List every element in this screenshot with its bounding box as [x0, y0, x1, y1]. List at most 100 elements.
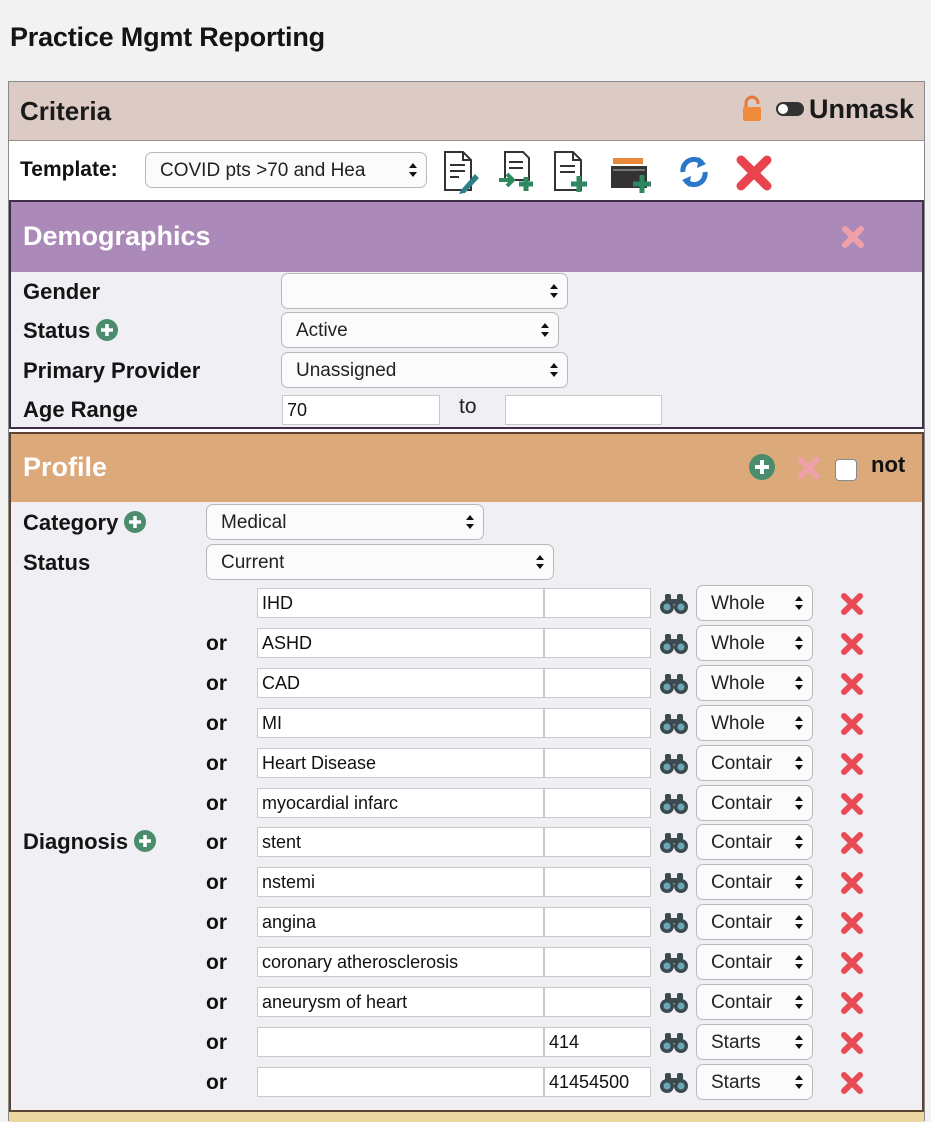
lookup-binoculars-icon[interactable] [659, 952, 689, 974]
diagnosis-code-input[interactable] [544, 1067, 651, 1097]
match-type-select[interactable]: Whole [696, 665, 813, 701]
remove-diagnosis-icon[interactable] [840, 792, 864, 816]
match-type-select[interactable]: Contair [696, 944, 813, 980]
lookup-binoculars-icon[interactable] [659, 872, 689, 894]
lookup-binoculars-icon[interactable] [659, 1032, 689, 1054]
diagnosis-code-input[interactable] [544, 907, 651, 937]
unmask-label[interactable]: Unmask [809, 94, 914, 125]
remove-diagnosis-icon[interactable] [840, 672, 864, 696]
match-type-select[interactable]: Contair [696, 785, 813, 821]
diagnosis-term-input[interactable] [257, 788, 544, 818]
new-template-icon[interactable] [551, 150, 589, 194]
category-select[interactable]: Medical [206, 504, 484, 540]
select-arrows-icon [550, 363, 558, 377]
remove-diagnosis-icon[interactable] [840, 1031, 864, 1055]
diagnosis-code-input[interactable] [544, 708, 651, 738]
category-label: Category [23, 510, 147, 536]
remove-diagnosis-icon[interactable] [840, 911, 864, 935]
diagnosis-term-input[interactable] [257, 708, 544, 738]
diagnosis-code-input[interactable] [544, 748, 651, 778]
diagnosis-term-input[interactable] [257, 907, 544, 937]
remove-diagnosis-icon[interactable] [840, 632, 864, 656]
delete-template-icon[interactable] [735, 150, 773, 194]
diagnosis-term-input[interactable] [257, 588, 544, 618]
template-select[interactable]: COVID pts >70 and Hea [145, 152, 427, 188]
import-template-icon[interactable] [497, 150, 535, 194]
unmask-control[interactable]: Unmask [741, 94, 914, 124]
match-type-value: Whole [711, 713, 765, 734]
match-type-select[interactable]: Contair [696, 984, 813, 1020]
remove-diagnosis-icon[interactable] [840, 831, 864, 855]
remove-diagnosis-icon[interactable] [840, 951, 864, 975]
age-from-input[interactable] [282, 395, 440, 425]
toggle-icon[interactable] [775, 101, 805, 117]
profile-status-label: Status [23, 550, 91, 575]
match-type-select[interactable]: Contair [696, 864, 813, 900]
or-label: or [206, 752, 227, 775]
diagnosis-term-input[interactable] [257, 628, 544, 658]
diagnosis-code-input[interactable] [544, 1027, 651, 1057]
lookup-binoculars-icon[interactable] [659, 912, 689, 934]
match-type-select[interactable]: Contair [696, 745, 813, 781]
add-status-icon[interactable] [96, 319, 119, 341]
match-type-select[interactable]: Whole [696, 625, 813, 661]
age-to-input[interactable] [505, 395, 662, 425]
remove-diagnosis-icon[interactable] [840, 712, 864, 736]
diagnosis-code-input[interactable] [544, 867, 651, 897]
primary-provider-select[interactable]: Unassigned [281, 352, 568, 388]
profile-status-select[interactable]: Current [206, 544, 554, 580]
diagnosis-term-input[interactable] [257, 1067, 544, 1097]
edit-template-icon[interactable] [441, 150, 479, 194]
or-label: or [206, 632, 227, 655]
add-diagnosis-icon[interactable] [134, 830, 157, 852]
match-type-select[interactable]: Starts [696, 1064, 813, 1100]
lookup-binoculars-icon[interactable] [659, 633, 689, 655]
diagnosis-term-input[interactable] [257, 668, 544, 698]
remove-diagnosis-icon[interactable] [840, 1071, 864, 1095]
remove-diagnosis-icon[interactable] [840, 752, 864, 776]
add-profile-icon[interactable] [749, 454, 775, 480]
match-type-select[interactable]: Whole [696, 585, 813, 621]
diagnosis-code-input[interactable] [544, 827, 651, 857]
not-checkbox[interactable] [835, 459, 857, 481]
remove-profile-icon[interactable] [797, 456, 821, 480]
remove-diagnosis-icon[interactable] [840, 871, 864, 895]
add-folder-icon[interactable] [607, 150, 653, 194]
match-type-select[interactable]: Starts [696, 1024, 813, 1060]
diagnosis-term-input[interactable] [257, 827, 544, 857]
diagnosis-term-input[interactable] [257, 1027, 544, 1057]
lookup-binoculars-icon[interactable] [659, 832, 689, 854]
add-category-icon[interactable] [124, 511, 147, 533]
refresh-icon[interactable] [675, 150, 713, 194]
unlock-icon[interactable] [741, 95, 763, 123]
diagnosis-label-text: Diagnosis [23, 829, 129, 854]
lookup-binoculars-icon[interactable] [659, 753, 689, 775]
remove-diagnosis-icon[interactable] [840, 592, 864, 616]
gender-select[interactable] [281, 273, 568, 309]
diagnosis-code-input[interactable] [544, 628, 651, 658]
select-arrows-icon [795, 676, 803, 690]
lookup-binoculars-icon[interactable] [659, 992, 689, 1014]
diagnosis-code-input[interactable] [544, 947, 651, 977]
demographics-section: Demographics Gender Status Active Primar… [9, 200, 924, 429]
remove-demographics-icon[interactable] [841, 225, 865, 249]
status-select[interactable]: Active [281, 312, 559, 348]
age-range-label: Age Range [23, 397, 138, 422]
diagnosis-term-input[interactable] [257, 987, 544, 1017]
match-type-select[interactable]: Contair [696, 904, 813, 940]
diagnosis-code-input[interactable] [544, 588, 651, 618]
diagnosis-code-input[interactable] [544, 788, 651, 818]
match-type-select[interactable]: Contair [696, 824, 813, 860]
diagnosis-term-input[interactable] [257, 867, 544, 897]
diagnosis-code-input[interactable] [544, 668, 651, 698]
lookup-binoculars-icon[interactable] [659, 793, 689, 815]
lookup-binoculars-icon[interactable] [659, 593, 689, 615]
diagnosis-term-input[interactable] [257, 748, 544, 778]
remove-diagnosis-icon[interactable] [840, 991, 864, 1015]
lookup-binoculars-icon[interactable] [659, 1072, 689, 1094]
diagnosis-code-input[interactable] [544, 987, 651, 1017]
diagnosis-term-input[interactable] [257, 947, 544, 977]
match-type-select[interactable]: Whole [696, 705, 813, 741]
lookup-binoculars-icon[interactable] [659, 713, 689, 735]
lookup-binoculars-icon[interactable] [659, 673, 689, 695]
